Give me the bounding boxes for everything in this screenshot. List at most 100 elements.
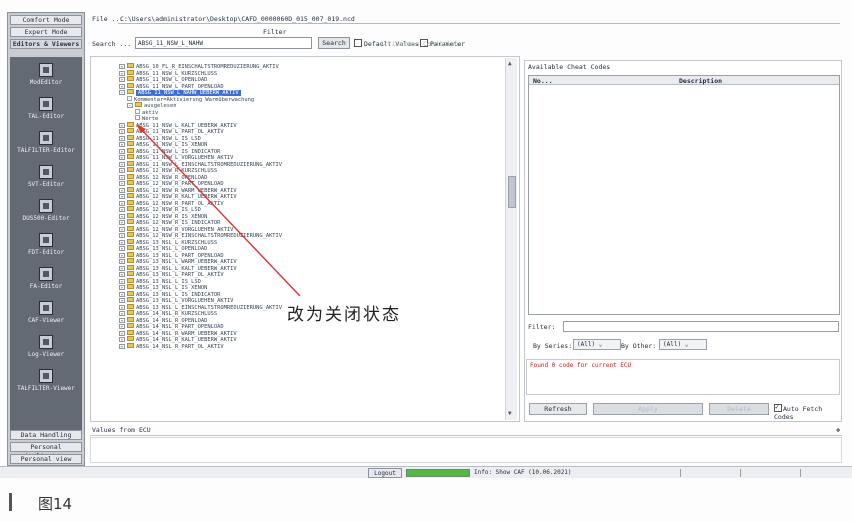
expand-toggle-icon[interactable]: +	[119, 265, 125, 271]
scroll-up-icon[interactable]: ▲	[508, 60, 512, 67]
expand-toggle-icon[interactable]: +	[119, 226, 125, 232]
apply-button[interactable]: Apply	[593, 403, 703, 415]
tree-row[interactable]: Kommentar=Aktivierung Warmüberwachung	[127, 95, 254, 103]
expand-toggle-icon[interactable]: +	[119, 77, 125, 82]
expand-toggle-icon[interactable]: +	[119, 200, 125, 206]
editors-viewers-button[interactable]: Editors & Viewers	[10, 39, 82, 49]
expand-toggle-icon[interactable]: +	[119, 135, 125, 141]
tree-row[interactable]: + ABSG_13_NSL_L_OPENLOAD	[119, 245, 207, 252]
expand-toggle-icon[interactable]: +	[119, 324, 125, 329]
expand-toggle-icon[interactable]: +	[119, 285, 125, 290]
by-series-dropdown[interactable]: (All) ⌄	[573, 339, 621, 350]
tree-row[interactable]: + ABSG_13_NSL_L_IS_INDICATOR	[119, 290, 220, 298]
tree-row[interactable]: + ABSG_12_NSW_R_KALT_UEBERW_AKTIV	[119, 193, 237, 200]
tree-row[interactable]: + ABSG_14_NSL_R_PART_OL_AKTIV	[119, 342, 224, 350]
expand-toggle-icon[interactable]: +	[119, 337, 125, 342]
expand-toggle-icon[interactable]: +	[119, 259, 125, 264]
auto-fetch-box[interactable]	[774, 403, 782, 412]
tree-row[interactable]: + ABSG_11_NSW_L_PART_OPENLOAD	[119, 82, 224, 90]
tree-row[interactable]: + ABSG_14_NSL_R_KURZSCHLUSS	[119, 310, 217, 317]
expand-toggle-icon[interactable]: +	[119, 304, 125, 310]
expand-toggle-icon[interactable]: −	[127, 103, 133, 108]
tree-row[interactable]: Werte	[135, 115, 158, 122]
logout-button[interactable]: Logout	[368, 468, 402, 478]
tree-row[interactable]: + ABSG_11_NSW_L_IS_LSD	[119, 134, 201, 142]
expand-toggle-icon[interactable]: +	[119, 330, 125, 336]
expand-toggle-icon[interactable]: +	[119, 239, 125, 245]
cheat-filter-input[interactable]	[563, 321, 839, 332]
data-handling-button[interactable]: Data Handling	[10, 430, 82, 440]
file-path-field[interactable]: C:\Users\administrator\Desktop\CAFD_0000…	[118, 14, 840, 24]
tree-row[interactable]: − ABSG_11_NSW_L_NAHW_UEBERW_AKTIV	[119, 89, 241, 96]
tree-row[interactable]: + ABSG_14_NSL_R_OPENLOAD	[119, 316, 207, 324]
expand-toggle-icon[interactable]: +	[119, 298, 125, 303]
tree-scrollbar[interactable]: ▲ ▼	[505, 58, 517, 420]
expand-toggle-icon[interactable]: +	[119, 122, 125, 128]
tree-row[interactable]: + ABSG_13_NSL_L_IS_XENON	[119, 284, 207, 291]
tree-row[interactable]: + ABSG_11_NSW_L_PART_OL_AKTIV	[119, 128, 224, 135]
expand-toggle-icon[interactable]: +	[119, 174, 125, 180]
expand-toggle-icon[interactable]: +	[119, 148, 125, 154]
expand-toggle-icon[interactable]: +	[119, 181, 125, 186]
tree-row[interactable]: + ABSG_11_NSW_L_VORGLUEHEN_AKTIV	[119, 154, 233, 161]
refresh-button[interactable]: Refresh	[529, 403, 587, 415]
parameter-tree-panel[interactable]: + ABSG_10_FL_R_EINSCHALTSTROMREDUZIERUNG_…	[90, 56, 520, 422]
expand-toggle-icon[interactable]: +	[119, 155, 125, 160]
tree-row[interactable]: + ABSG_13_NSL_L_VORGLUEHEN_AKTIV	[119, 297, 233, 304]
expand-toggle-icon[interactable]: +	[119, 187, 125, 193]
expand-toggle-icon[interactable]: +	[119, 317, 125, 323]
tree-row[interactable]: − ausgelesen	[127, 102, 176, 109]
values-area[interactable]	[90, 437, 842, 463]
personal-applications-button[interactable]: Personal Applicat...	[10, 442, 82, 460]
tree-row[interactable]: + ABSG_14_NSL_R_WARM_UEBERW_AKTIV	[119, 329, 237, 337]
caf-viewer[interactable]: CAF-Viewer	[10, 301, 82, 331]
pin-icon[interactable]: ✥	[836, 426, 840, 434]
expand-toggle-icon[interactable]: +	[119, 311, 125, 316]
tree-row[interactable]: + ABSG_13_NSL_L_PART_OL_AKTIV	[119, 271, 224, 278]
expand-toggle-icon[interactable]: +	[119, 291, 125, 297]
talfilter-viewer[interactable]: TALFILTER-Viewer	[10, 369, 82, 399]
tree-row[interactable]: + ABSG_12_NSW_R_PART_OL_AKTIV	[119, 199, 224, 207]
tal-editor[interactable]: TAL-Editor	[10, 97, 82, 127]
tree-row[interactable]: + ABSG_13_NSL_L_KURZSCHLUSS	[119, 238, 217, 246]
scroll-thumb[interactable]	[508, 176, 516, 208]
talfilter-editor[interactable]: TALFILTER-Editor	[10, 131, 82, 161]
tree-row[interactable]: + ABSG_12_NSW_R_EINSCHALTSTROMREDUZIERUNG…	[119, 232, 282, 239]
expand-toggle-icon[interactable]: +	[119, 142, 125, 147]
col-no-header[interactable]: No...	[533, 77, 553, 85]
fa-editor[interactable]: FA-Editor	[10, 267, 82, 297]
scroll-down-icon[interactable]: ▼	[508, 410, 512, 417]
mod-editor[interactable]: ModEditor	[10, 63, 82, 93]
search-input[interactable]	[135, 37, 312, 49]
tree-row[interactable]: + ABSG_12_NSW_R_OPENLOAD	[119, 173, 207, 181]
svt-editor[interactable]: SVT-Editor	[10, 165, 82, 195]
personal-view-button[interactable]: Personal view	[10, 454, 82, 464]
tree-row[interactable]: + ABSG_11_NSW_L_KURZSCHLUSS	[119, 69, 217, 77]
dus500-editor[interactable]: DUS500-Editor	[10, 199, 82, 229]
search-button[interactable]: Search	[318, 37, 350, 49]
expand-toggle-icon[interactable]: +	[119, 252, 125, 258]
expand-toggle-icon[interactable]: +	[119, 129, 125, 134]
expand-toggle-icon[interactable]: +	[119, 343, 125, 349]
tree-row[interactable]: + ABSG_11_NSW_L_EINSCHALTSTROMREDUZIERUNG…	[119, 160, 282, 168]
default-values-box[interactable]	[354, 39, 362, 47]
tree-row[interactable]: + ABSG_13_NSL_L_PART_OPENLOAD	[119, 251, 224, 259]
tree-row[interactable]: + ABSG_12_NSW_R_VORGLUEHEN_AKTIV	[119, 225, 233, 233]
tree-row[interactable]: + ABSG_14_NSL_R_PART_OPENLOAD	[119, 323, 224, 330]
expand-toggle-icon[interactable]: +	[119, 220, 125, 225]
tree-row[interactable]: + ABSG_13_NSL_L_IS_LSD	[119, 277, 201, 285]
expand-toggle-icon[interactable]: +	[119, 278, 125, 284]
tree-row[interactable]: + ABSG_11_NSW_L_IS_XENON	[119, 141, 207, 148]
auto-fetch-checkbox[interactable]: Auto Fetch Codes	[774, 403, 841, 421]
tree-row[interactable]: + ABSG_10_FL_R_EINSCHALTSTROMREDUZIERUNG_…	[119, 63, 279, 70]
delete-button[interactable]: Delete	[709, 403, 769, 415]
tree-row[interactable]: + ABSG_11_NSW_L_KALT_UEBERW_AKTIV	[119, 121, 237, 129]
tree-row[interactable]: + ABSG_12_NSW_R_PART_OPENLOAD	[119, 180, 224, 187]
expand-toggle-icon[interactable]: +	[119, 207, 125, 212]
col-description-header[interactable]: Description	[679, 77, 722, 85]
expand-toggle-icon[interactable]: +	[119, 272, 125, 277]
expand-toggle-icon[interactable]: +	[119, 168, 125, 173]
tree-row[interactable]: + ABSG_13_NSL_L_EINSCHALTSTROMREDUZIERUNG…	[119, 303, 282, 311]
by-other-dropdown[interactable]: (All) ⌄	[659, 339, 707, 350]
expand-toggle-icon[interactable]: +	[119, 64, 125, 69]
